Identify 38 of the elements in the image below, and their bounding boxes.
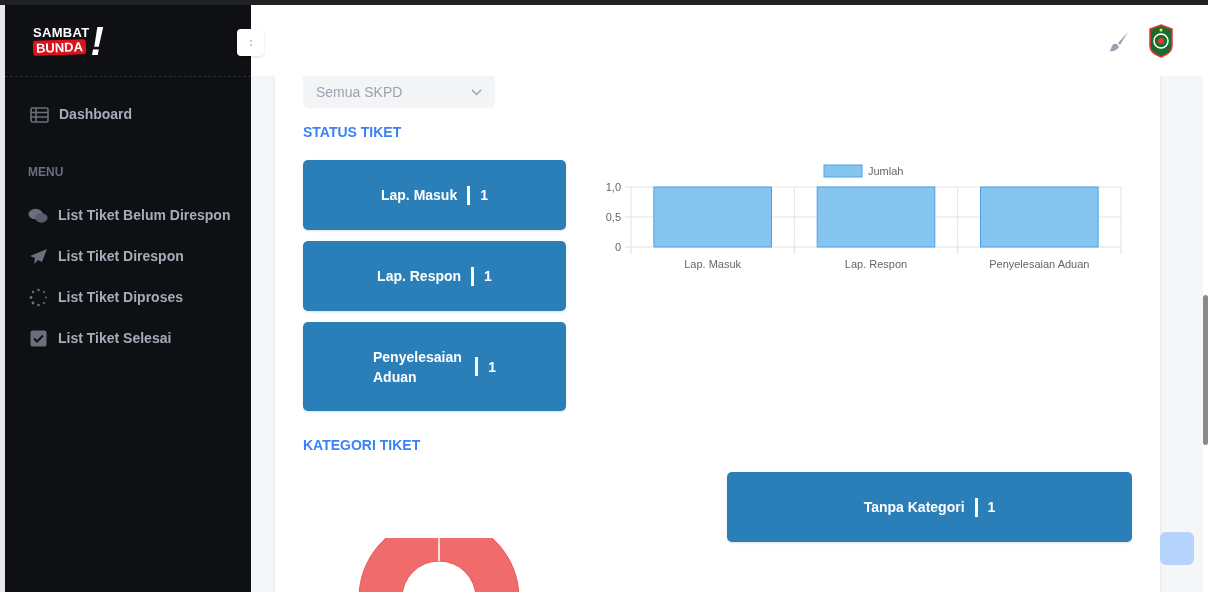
spinner-icon <box>28 288 48 307</box>
menu-item[interactable]: List Tiket Belum Direspon <box>5 205 251 226</box>
scroll-up-button[interactable] <box>1160 532 1194 565</box>
legend-swatch <box>823 164 863 178</box>
chevron-down-icon <box>471 88 482 96</box>
section-title: STATUS TIKET <box>303 123 403 142</box>
menu-item[interactable]: List Tiket Selesai <box>5 328 251 349</box>
card-label: Lap. Respon <box>377 266 462 286</box>
card-count: 1 <box>987 497 996 517</box>
card-label: Penyelesaian Aduan <box>373 347 463 387</box>
emblem-icon <box>1148 23 1174 58</box>
legend-label: Jumlah <box>868 165 904 177</box>
axis-category-label: Lap. Respon <box>844 258 908 270</box>
card-count: 1 <box>480 185 488 205</box>
section-title: KATEGORI TIKET <box>303 436 422 455</box>
collapse-button[interactable] <box>237 29 264 56</box>
axis-category-label: Lap. Masuk <box>684 258 742 270</box>
card-label: Lap. Masuk <box>380 185 458 205</box>
card-label: Tanpa Kategori <box>863 497 965 517</box>
status-card[interactable]: Lap. Respon 1 <box>303 241 566 311</box>
status-card[interactable]: Lap. Masuk 1 <box>303 160 566 230</box>
chat-bubbles-icon <box>28 207 48 224</box>
axis-tick-label: 0 <box>614 241 621 253</box>
menu-item[interactable]: List Tiket Diproses <box>5 287 251 308</box>
card-count: 1 <box>484 266 492 286</box>
table-icon <box>30 106 49 123</box>
status-card[interactable]: Penyelesaian Aduan 1 <box>303 322 566 411</box>
menu-item[interactable]: List Tiket Direspon <box>5 246 251 267</box>
card-count: 1 <box>488 357 496 377</box>
checkbox-icon <box>29 330 47 347</box>
axis-category-label: Penyelesaian Aduan <box>989 258 1090 270</box>
status-card[interactable]: Tanpa Kategori 1 <box>727 472 1132 542</box>
menu-label: MENU <box>27 164 65 181</box>
dashboard-link[interactable]: Dashboard <box>5 104 251 125</box>
axis-tick-label: 1,0 <box>605 181 621 193</box>
paper-plane-icon <box>28 248 48 265</box>
dots-icon <box>248 38 253 47</box>
axis-tick-label: 0,5 <box>605 211 621 223</box>
